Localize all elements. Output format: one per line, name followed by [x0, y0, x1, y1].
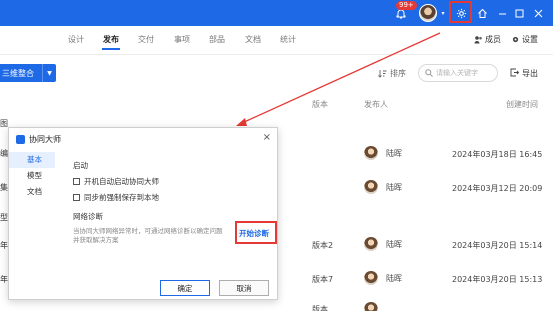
module-tabbar: 设计 发布 交付 事项 部品 文档 统计 成员 设置 [0, 26, 553, 54]
view-dropdown-button[interactable]: 三维整合 ▼ [0, 64, 56, 82]
avatar [364, 302, 378, 311]
chevron-down-icon[interactable]: ▼ [43, 70, 56, 77]
dialog-nav: 基本 模型 文档 [9, 152, 55, 200]
search-icon [425, 69, 433, 77]
checkbox-label: 开机自动启动协同大师 [84, 177, 159, 186]
tab-publish[interactable]: 发布 [103, 34, 119, 45]
active-tab-indicator [102, 48, 120, 50]
checkbox-label: 同步前强制保存到本地 [84, 193, 159, 202]
list-item-fragment: 集 [0, 183, 8, 192]
row-version: 版本 [312, 305, 328, 311]
sort-button[interactable]: 排序 [378, 68, 406, 79]
force-save-checkbox[interactable]: 同步前强制保存到本地 [73, 192, 273, 203]
user-avatar[interactable] [419, 4, 437, 22]
members-label: 成员 [485, 35, 501, 44]
avatar [364, 271, 378, 285]
dialog-close-icon[interactable]: × [263, 132, 271, 143]
publisher-name: 陆晖 [386, 273, 402, 283]
export-icon [510, 68, 519, 77]
row-created-time: 2024年03月12日 20:09 [452, 184, 543, 193]
members-link[interactable]: 成员 [474, 34, 501, 45]
dialog-title: 协同大师 [29, 134, 61, 144]
settings-link[interactable]: 设置 [511, 34, 538, 45]
view-dropdown-label: 三维整合 [2, 68, 34, 78]
row-publisher [364, 302, 378, 311]
row-publisher: 陆晖 [364, 237, 402, 251]
checkbox[interactable] [73, 194, 80, 201]
row-created-time: 2024年03月18日 16:45 [452, 150, 543, 159]
column-header-version[interactable]: 版本 [312, 99, 328, 110]
sort-label: 排序 [390, 69, 406, 78]
tab-design[interactable]: 设计 [68, 34, 84, 45]
row-publisher: 陆晖 [364, 180, 402, 194]
members-icon [474, 36, 482, 44]
ok-button[interactable]: 确定 [160, 280, 210, 296]
row-created-time: 2024年03月20日 15:14 [452, 241, 543, 250]
avatar [364, 180, 378, 194]
tab-statistics[interactable]: 统计 [280, 34, 296, 45]
column-header-created[interactable]: 创建时间 [506, 99, 538, 110]
home-icon[interactable] [475, 0, 489, 26]
column-header-publisher[interactable]: 发布人 [364, 99, 388, 110]
header-divider [0, 54, 553, 55]
dialog-titlebar: 协同大师 [9, 128, 277, 150]
export-button[interactable]: 导出 [510, 68, 538, 79]
row-created-time: 2024年03月20日 15:13 [452, 275, 543, 284]
nav-item-model[interactable]: 模型 [9, 168, 55, 184]
startup-section-title: 启动 [73, 161, 88, 170]
collab-master-dialog: 协同大师 × 基本 模型 文档 启动 开机自动启动协同大师 同步前强制保存到本地… [8, 127, 278, 300]
app-logo-icon [16, 134, 25, 144]
avatar [364, 146, 378, 160]
notification-badge: 99+ [396, 1, 417, 10]
search-box[interactable] [418, 64, 498, 82]
window-titlebar: 99+ ▾ [0, 0, 553, 26]
row-publisher: 陆晖 [364, 271, 402, 285]
close-icon[interactable] [532, 0, 544, 26]
row-publisher: 陆晖 [364, 146, 402, 160]
row-version: 版本2 [312, 241, 334, 250]
list-item-fragment: 型 [0, 213, 8, 222]
autostart-checkbox[interactable]: 开机自动启动协同大师 [73, 176, 273, 187]
export-label: 导出 [522, 69, 538, 78]
tab-parts[interactable]: 部品 [209, 34, 225, 45]
list-item-fragment: 图 [0, 119, 8, 128]
list-item-fragment: 编 [0, 149, 8, 158]
sort-icon [378, 70, 387, 78]
minimize-icon[interactable] [496, 0, 508, 26]
tab-delivery[interactable]: 交付 [138, 34, 154, 45]
start-diagnose-button[interactable]: 开始诊断 [239, 228, 269, 239]
tab-documents[interactable]: 文档 [245, 34, 261, 45]
publisher-name: 陆晖 [386, 239, 402, 249]
nav-item-documents[interactable]: 文档 [9, 184, 55, 200]
settings-label: 设置 [522, 35, 538, 44]
publisher-name: 陆晖 [386, 148, 402, 158]
tab-issues[interactable]: 事项 [174, 34, 190, 45]
avatar-dropdown-icon[interactable]: ▾ [440, 0, 446, 26]
cancel-button[interactable]: 取消 [219, 280, 269, 296]
settings-icon [512, 36, 519, 43]
publisher-name: 陆晖 [386, 182, 402, 192]
maximize-icon[interactable] [513, 0, 525, 26]
search-input[interactable] [436, 69, 496, 77]
settings-highlight-box [449, 1, 472, 23]
nav-item-basic[interactable]: 基本 [9, 152, 55, 168]
checkbox[interactable] [73, 178, 80, 185]
row-version: 版本7 [312, 275, 334, 284]
network-description: 当协同大师网络异常时，可通过网络诊断以确定问题并获取解决方案 [73, 227, 223, 244]
avatar [364, 237, 378, 251]
